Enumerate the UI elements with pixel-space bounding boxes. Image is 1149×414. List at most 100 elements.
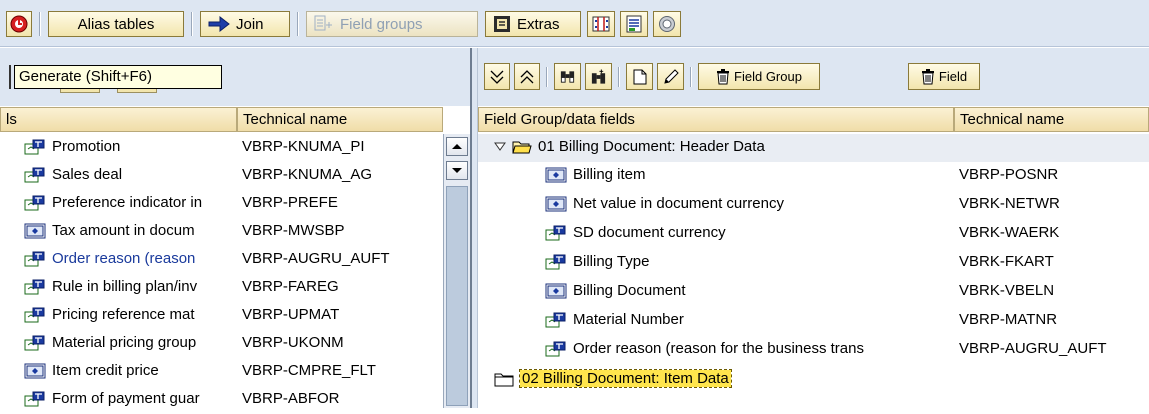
field-group-label: 02 Billing Document: Item Data bbox=[519, 369, 732, 388]
trash-icon bbox=[717, 68, 730, 84]
left-field-row[interactable]: Item credit price VBRP-CMPRE_FLT bbox=[0, 358, 440, 386]
field-row[interactable]: Billing Document VBRK-VBELN bbox=[478, 278, 1149, 306]
join-label: Join bbox=[236, 15, 264, 33]
expand-all-button[interactable] bbox=[484, 63, 510, 90]
field-description: Material pricing group bbox=[52, 334, 197, 351]
char-field-icon bbox=[24, 335, 45, 350]
find-next-button[interactable] bbox=[585, 63, 612, 90]
find-button[interactable] bbox=[554, 63, 581, 90]
left-column-header-description[interactable]: ls bbox=[0, 107, 237, 132]
field-technical-name: VBRP-MATNR bbox=[959, 311, 1058, 328]
left-field-row[interactable]: Tax amount in docum VBRP-MWSBP bbox=[0, 218, 440, 246]
left-field-row[interactable]: Order reason (reason VBRP-AUGRU_AUFT bbox=[0, 246, 440, 274]
left-field-row[interactable]: Preference indicator in VBRP-PREFE bbox=[0, 190, 440, 218]
left-panel-toolbar: Generate (Shift+F6) bbox=[0, 48, 470, 106]
char-field-icon bbox=[24, 195, 45, 210]
change-button[interactable] bbox=[657, 63, 684, 90]
field-technical-name: VBRP-UPMAT bbox=[242, 306, 340, 323]
field-description: Billing Document bbox=[573, 282, 686, 299]
trash-icon bbox=[921, 68, 934, 84]
generate-button[interactable] bbox=[6, 11, 32, 37]
binoculars-icon bbox=[560, 70, 575, 83]
columns-icon bbox=[592, 16, 610, 32]
field-description: Order reason (reason for the business tr… bbox=[573, 340, 864, 357]
left-field-row[interactable]: Pricing reference mat VBRP-UPMAT bbox=[0, 302, 440, 330]
field-group-label: 01 Billing Document: Header Data bbox=[538, 138, 765, 155]
field-row[interactable]: Net value in document currency VBRK-NETWR bbox=[478, 191, 1149, 219]
closed-folder-icon bbox=[494, 373, 514, 386]
delete-field-button[interactable]: Field bbox=[908, 63, 980, 90]
field-group-row[interactable]: 02 Billing Document: Item Data bbox=[478, 366, 1149, 394]
field-description: SD document currency bbox=[573, 224, 726, 241]
field-description: Form of payment guar bbox=[52, 390, 200, 407]
field-description: Sales deal bbox=[52, 166, 123, 183]
left-field-row[interactable]: Promotion VBRP-KNUMA_PI bbox=[0, 134, 440, 162]
amount-field-icon bbox=[545, 196, 567, 211]
field-row[interactable]: Material Number VBRP-MATNR bbox=[478, 307, 1149, 335]
toolbar-separator bbox=[9, 65, 13, 89]
left-field-row[interactable]: Material pricing group VBRP-UKONM bbox=[0, 330, 440, 358]
field-technical-name: VBRP-ABFOR bbox=[242, 390, 340, 407]
field-groups-label: Field groups bbox=[340, 15, 423, 33]
left-field-row[interactable]: Sales deal VBRP-KNUMA_AG bbox=[0, 162, 440, 190]
field-description: Material Number bbox=[573, 311, 684, 328]
left-vertical-scrollbar[interactable] bbox=[443, 134, 471, 408]
char-field-icon bbox=[24, 279, 45, 294]
panel-splitter[interactable] bbox=[470, 48, 478, 408]
char-field-icon bbox=[24, 307, 45, 322]
field-technical-name: VBRP-AUGRU_AUFT bbox=[242, 250, 390, 267]
right-panel: Field Group Field Field Group/data field… bbox=[478, 48, 1149, 408]
new-button[interactable] bbox=[626, 63, 653, 90]
char-field-icon bbox=[545, 312, 566, 327]
amount-field-icon bbox=[545, 167, 567, 182]
join-button[interactable]: Join bbox=[200, 11, 290, 37]
toolbar-separator bbox=[546, 67, 548, 87]
field-technical-name: VBRK-WAERK bbox=[959, 224, 1060, 241]
field-technical-name: VBRP-POSNR bbox=[959, 166, 1059, 183]
collapse-all-button[interactable] bbox=[514, 63, 540, 90]
amount-field-icon bbox=[545, 283, 567, 298]
field-group-row[interactable]: 01 Billing Document: Header Data bbox=[478, 134, 1149, 162]
field-description: Tax amount in docum bbox=[52, 222, 195, 239]
column-layout-button[interactable] bbox=[587, 11, 615, 37]
field-row[interactable]: SD document currency VBRK-WAERK bbox=[478, 220, 1149, 248]
field-groups-button[interactable]: Field groups bbox=[306, 11, 478, 37]
field-description: Promotion bbox=[52, 138, 121, 155]
alias-tables-label: Alias tables bbox=[77, 15, 155, 33]
info-button[interactable] bbox=[653, 11, 681, 37]
pencil-icon bbox=[663, 68, 679, 84]
field-description: Billing item bbox=[573, 166, 646, 183]
left-field-row[interactable]: Form of payment guar VBRP-ABFOR bbox=[0, 386, 440, 414]
field-row[interactable]: Order reason (reason for the business tr… bbox=[478, 336, 1149, 364]
binoculars-plus-icon bbox=[591, 68, 606, 84]
amount-field-icon bbox=[24, 223, 46, 238]
scroll-up-button[interactable] bbox=[446, 137, 468, 156]
left-column-header-technical-name[interactable]: Technical name bbox=[237, 107, 443, 132]
info-disc-icon bbox=[659, 16, 675, 32]
field-technical-name: VBRK-VBELN bbox=[959, 282, 1055, 299]
chevron-up-icon bbox=[452, 144, 462, 149]
field-row[interactable]: Billing Type VBRK-FKART bbox=[478, 249, 1149, 277]
extras-button[interactable]: Extras bbox=[485, 11, 581, 37]
list-icon bbox=[626, 15, 642, 33]
field-row[interactable]: Billing item VBRP-POSNR bbox=[478, 162, 1149, 190]
field-technical-name: VBRP-UKONM bbox=[242, 334, 344, 351]
extras-label: Extras bbox=[517, 15, 560, 33]
right-column-header-field-group[interactable]: Field Group/data fields bbox=[478, 107, 954, 132]
list-view-button[interactable] bbox=[620, 11, 648, 37]
scroll-thumb[interactable] bbox=[446, 186, 468, 406]
extras-icon bbox=[494, 16, 510, 32]
field-technical-name: VBRP-FAREG bbox=[242, 278, 339, 295]
toolbar-separator bbox=[618, 67, 620, 87]
char-field-icon bbox=[545, 225, 566, 240]
generate-icon bbox=[10, 15, 28, 33]
scroll-down-button[interactable] bbox=[446, 161, 468, 180]
left-field-row[interactable]: Rule in billing plan/inv VBRP-FAREG bbox=[0, 274, 440, 302]
field-description: Pricing reference mat bbox=[52, 306, 195, 323]
delete-field-group-label: Field Group bbox=[734, 69, 802, 84]
alias-tables-button[interactable]: Alias tables bbox=[48, 11, 184, 37]
delete-field-group-button[interactable]: Field Group bbox=[698, 63, 820, 90]
arrow-right-icon bbox=[208, 16, 230, 32]
char-field-icon bbox=[24, 251, 45, 266]
right-column-header-technical-name[interactable]: Technical name bbox=[954, 107, 1149, 132]
